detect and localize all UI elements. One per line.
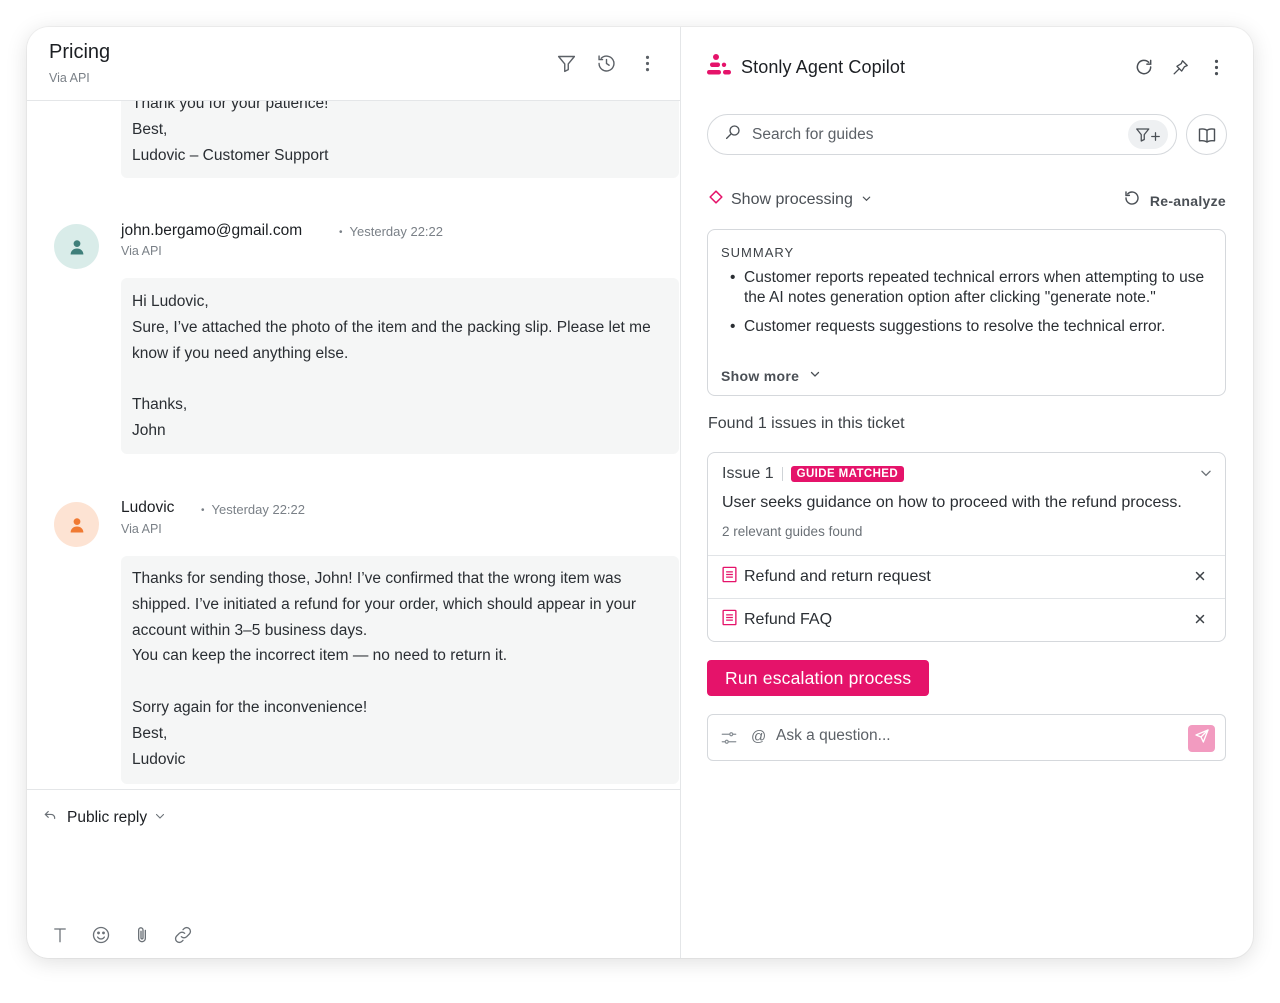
add-filter-button[interactable] — [1128, 120, 1168, 149]
show-processing-label: Show processing — [731, 190, 853, 208]
pin-icon[interactable] — [1168, 55, 1192, 79]
send-icon — [1194, 728, 1210, 749]
divider — [781, 467, 783, 481]
ask-question-box[interactable]: @ — [707, 714, 1226, 761]
message-channel: Via API — [121, 244, 162, 258]
summary-card: SUMMARY Customer reports repeated techni… — [707, 229, 1226, 396]
message-author: john.bergamo@gmail.com — [121, 222, 303, 239]
status-badge: GUIDE MATCHED — [790, 466, 905, 482]
reanalyze-button[interactable]: Re-analyze — [1123, 189, 1226, 212]
reply-mode-dropdown[interactable]: Public reply — [43, 808, 166, 827]
show-processing-toggle[interactable]: Show processing — [709, 190, 872, 209]
refresh-icon[interactable] — [1132, 55, 1156, 79]
attachment-icon[interactable] — [131, 924, 153, 946]
guides-library-button[interactable] — [1186, 114, 1227, 155]
reply-arrow-icon — [43, 808, 57, 827]
composer-toolbar — [49, 924, 194, 946]
message-text: Hi Ludovic, Sure, I’ve attached the phot… — [132, 293, 651, 439]
show-more-button[interactable]: Show more — [721, 367, 821, 385]
message-time: Yesterday 22:22 — [339, 224, 443, 239]
mention-symbol[interactable]: @ — [751, 728, 766, 745]
send-button[interactable] — [1188, 725, 1215, 752]
guide-document-icon — [722, 609, 737, 631]
copilot-panel: Stonly Agent Copilot Show pr — [681, 27, 1253, 958]
history-icon[interactable] — [594, 51, 618, 75]
issue-card: Issue 1 GUIDE MATCHED User seeks guidanc… — [707, 452, 1226, 642]
message-body: Hi Ludovic, Sure, I’ve attached the phot… — [121, 278, 679, 454]
copilot-brand: Stonly Agent Copilot — [707, 53, 905, 82]
message-channel: Via API — [121, 522, 162, 536]
guide-item[interactable]: Refund FAQ — [708, 598, 1225, 641]
reply-mode-label: Public reply — [67, 808, 148, 826]
ticket-panel: Pricing Via API Thank you for your patie… — [27, 27, 681, 958]
show-more-label: Show more — [721, 368, 800, 384]
app-window: Pricing Via API Thank you for your patie… — [27, 27, 1253, 958]
search-icon — [724, 123, 742, 146]
message-thread[interactable]: Thank you for your patience! Best, Ludov… — [27, 101, 680, 789]
more-vertical-icon[interactable] — [1204, 55, 1228, 79]
guide-search[interactable] — [707, 114, 1177, 155]
message-author: Ludovic — [121, 499, 175, 516]
message-body: Thanks for sending those, John! I’ve con… — [121, 556, 679, 784]
sparkle-icon — [709, 190, 723, 209]
reply-composer[interactable]: Public reply — [27, 789, 680, 958]
message-text: Thanks for sending those, John! I’ve con… — [132, 570, 637, 768]
issue-header: Issue 1 GUIDE MATCHED — [722, 465, 905, 483]
guide-item[interactable]: Refund and return request — [708, 555, 1225, 598]
issue-description: User seeks guidance on how to proceed wi… — [722, 494, 1182, 511]
text-format-icon[interactable] — [49, 924, 71, 946]
more-vertical-icon[interactable] — [635, 51, 659, 75]
summary-list: Customer reports repeated technical erro… — [721, 268, 1221, 346]
reanalyze-label: Re-analyze — [1149, 192, 1226, 209]
emoji-icon[interactable] — [90, 924, 112, 946]
guide-document-icon — [722, 566, 737, 588]
question-input[interactable] — [776, 727, 1166, 745]
summary-title: SUMMARY — [721, 245, 795, 260]
search-input[interactable] — [752, 125, 1112, 144]
ticket-header: Pricing Via API — [27, 27, 680, 101]
chevron-down-icon — [809, 367, 821, 385]
link-icon[interactable] — [172, 924, 194, 946]
avatar — [54, 224, 99, 269]
filter-icon[interactable] — [554, 51, 578, 75]
ticket-title: Pricing — [49, 41, 111, 63]
message-text: Thank you for your patience! Best, Ludov… — [132, 101, 329, 164]
summary-item: Customer reports repeated technical erro… — [721, 268, 1221, 308]
guide-title: Refund and return request — [744, 568, 931, 585]
guide-title: Refund FAQ — [744, 611, 833, 628]
settings-sliders-icon[interactable] — [720, 729, 738, 752]
close-icon[interactable] — [1194, 612, 1208, 626]
chevron-down-icon — [861, 191, 872, 209]
message-body: Thank you for your patience! Best, Ludov… — [121, 101, 679, 178]
ticket-channel: Via API — [49, 71, 90, 85]
issue-label: Issue 1 — [722, 465, 774, 482]
issues-found-text: Found 1 issues in this ticket — [708, 415, 905, 432]
copilot-title: Stonly Agent Copilot — [741, 57, 906, 77]
close-icon[interactable] — [1194, 569, 1208, 583]
summary-item: Customer requests suggestions to resolve… — [721, 317, 1221, 337]
message-time: Yesterday 22:22 — [201, 502, 305, 517]
relevant-guides-count: 2 relevant guides found — [722, 524, 863, 539]
chevron-down-icon[interactable] — [1199, 466, 1213, 485]
chevron-down-icon — [154, 809, 166, 827]
reanalyze-icon — [1123, 189, 1141, 212]
stonly-logo-icon — [707, 53, 731, 82]
avatar — [54, 502, 99, 547]
run-escalation-button[interactable]: Run escalation process — [707, 660, 930, 696]
